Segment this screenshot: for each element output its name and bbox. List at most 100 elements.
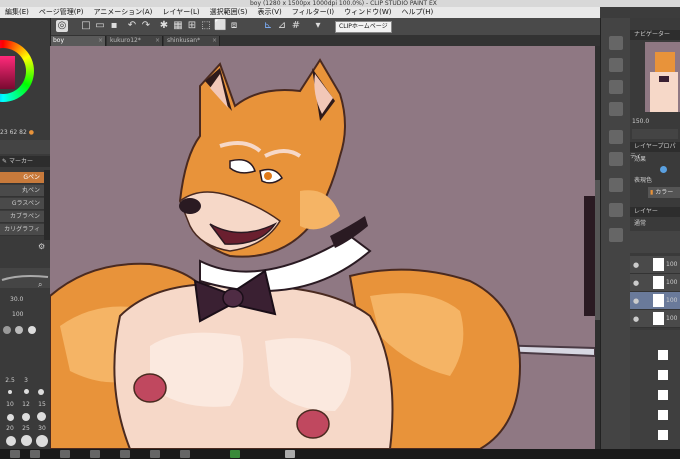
size-dot xyxy=(36,435,48,447)
snap-grid-icon[interactable]: # xyxy=(290,20,302,32)
size-preset[interactable]: 15 xyxy=(36,400,48,410)
tab-label: kukuro12* xyxy=(110,37,141,44)
navigator-preview-svg xyxy=(650,52,678,112)
menu-help[interactable]: ヘルプ(H) xyxy=(397,7,439,18)
size-preset[interactable]: 2.5 xyxy=(4,376,16,386)
subview-icon[interactable] xyxy=(609,58,623,72)
transform-icon[interactable]: ⊞ xyxy=(186,20,198,32)
undo-icon[interactable]: ↶ xyxy=(126,20,138,32)
taskbar-app-icon[interactable] xyxy=(120,450,130,458)
eye-icon[interactable]: ● xyxy=(633,261,639,269)
blend-mode-row[interactable]: 通常 xyxy=(634,219,680,229)
save-icon[interactable]: ▪ xyxy=(108,20,120,32)
color-mode-button[interactable]: ▮ カラー xyxy=(648,187,680,198)
redo-icon[interactable]: ↷ xyxy=(140,20,152,32)
deselect-icon[interactable]: ⬜ xyxy=(214,20,226,32)
eye-icon[interactable]: ● xyxy=(633,279,639,287)
close-icon[interactable]: × xyxy=(98,36,103,46)
layer-property-header: レイヤープロパティ xyxy=(630,142,680,160)
expression-color-row: 表現色 xyxy=(634,176,680,186)
tone-icon[interactable] xyxy=(609,178,623,192)
taskbar-app-icon[interactable] xyxy=(150,450,160,458)
taskbar-app-icon[interactable] xyxy=(60,450,70,458)
color-swatch-icon: ▮ xyxy=(650,189,654,196)
animation-icon[interactable] xyxy=(609,228,623,242)
taskbar-app-icon[interactable] xyxy=(230,450,240,458)
cheek-fur xyxy=(300,190,340,230)
layer-row-selected[interactable]: ● 100 % 通常 xyxy=(630,292,680,338)
snap-ruler-icon[interactable]: ⊾ xyxy=(262,20,274,32)
select-all-icon[interactable]: ⬚ xyxy=(200,20,212,32)
menu-page[interactable]: ページ管理(P) xyxy=(34,7,89,18)
navigator-thumbnail[interactable] xyxy=(645,42,680,112)
brush-calligraphy[interactable]: カリグラフィ xyxy=(0,224,44,236)
menu-filter[interactable]: フィルター(I) xyxy=(287,7,339,18)
search-icon[interactable]: ⌕ xyxy=(38,280,48,290)
size-preset[interactable]: 30 xyxy=(36,424,48,434)
layer-toolbar xyxy=(630,231,680,253)
open-file-icon[interactable]: ▭ xyxy=(94,20,106,32)
subtool-settings-icon[interactable]: ⚙ xyxy=(38,242,48,252)
opacity-row[interactable]: 100 xyxy=(0,309,50,321)
menu-layer[interactable]: レイヤー(L) xyxy=(157,7,204,18)
menu-edit[interactable]: 編集(E) xyxy=(0,7,34,18)
invert-selection-icon[interactable]: ⧈ xyxy=(228,20,240,32)
color-mode-icon[interactable]: ● xyxy=(29,129,34,136)
menu-bar: 編集(E) ページ管理(P) アニメーション(A) レイヤー(L) 選択範囲(S) 表示(… xyxy=(0,7,600,18)
layer-row[interactable]: ● 100 % 通常 xyxy=(630,310,680,356)
info-icon[interactable] xyxy=(609,80,623,94)
taskbar-app-icon[interactable] xyxy=(30,450,40,458)
size-preset[interactable]: 3 xyxy=(20,376,32,386)
drawing-canvas[interactable] xyxy=(50,46,595,449)
layer-row[interactable]: ● 100 % 通常 xyxy=(630,274,680,320)
tab-label: shinkusan* xyxy=(167,37,201,44)
taskbar-clip-studio-icon[interactable] xyxy=(285,450,295,458)
fill-icon[interactable]: ▦ xyxy=(172,20,184,32)
material-icon[interactable] xyxy=(609,130,623,144)
zoom-row[interactable]: 150.0 xyxy=(630,117,680,127)
size-preset[interactable]: 25 xyxy=(20,424,32,434)
size-preset[interactable]: 12 xyxy=(20,400,32,410)
size-preset[interactable]: 20 xyxy=(4,424,16,434)
settings-icon[interactable]: ▾ xyxy=(312,20,324,32)
search-layer-icon[interactable] xyxy=(609,203,623,217)
close-icon[interactable]: × xyxy=(212,36,217,46)
tab-shinkusan[interactable]: shinkusan* × xyxy=(164,36,220,46)
eye-icon[interactable]: ● xyxy=(633,315,639,323)
rotation-row[interactable] xyxy=(632,129,678,139)
clear-icon[interactable]: ✱ xyxy=(158,20,170,32)
layer-property-icon[interactable] xyxy=(609,152,623,166)
menu-selection[interactable]: 選択範囲(S) xyxy=(205,7,253,18)
color-saturation-square[interactable] xyxy=(0,56,15,89)
clip-studio-icon[interactable]: ◎ xyxy=(56,20,68,32)
effect-row: 効果 xyxy=(634,155,680,165)
snap-special-ruler-icon[interactable]: ⊿ xyxy=(276,20,288,32)
brush-size-row[interactable]: 30.0 xyxy=(0,294,50,306)
brush-glass-pen[interactable]: Gラスペン xyxy=(0,198,44,210)
taskbar-app-icon[interactable] xyxy=(180,450,190,458)
history-icon[interactable] xyxy=(609,102,623,116)
antialias-row[interactable] xyxy=(0,323,50,337)
brush-maru-pen[interactable]: 丸ペン xyxy=(0,185,44,197)
new-file-icon[interactable]: □ xyxy=(80,20,92,32)
clip-homepage-button[interactable]: CLIPホームページ xyxy=(335,21,392,33)
navigator-icon[interactable] xyxy=(609,36,623,50)
effect-icon[interactable] xyxy=(660,166,667,173)
taskbar-app-icon[interactable] xyxy=(90,450,100,458)
menu-window[interactable]: ウィンドウ(W) xyxy=(339,7,396,18)
saturation-value: 62 xyxy=(9,129,18,136)
tab-kukuro[interactable]: kukuro12* × xyxy=(107,36,163,46)
layer-row[interactable]: ● 100 % 通常 xyxy=(630,256,680,302)
size-preset[interactable]: 10 xyxy=(4,400,16,410)
brush-kabura-pen[interactable]: カブラペン xyxy=(0,211,44,223)
brush-g-pen[interactable]: Gペン xyxy=(0,172,44,184)
menu-animation[interactable]: アニメーション(A) xyxy=(88,7,157,18)
tab-boy[interactable]: boy × xyxy=(50,36,106,46)
close-icon[interactable]: × xyxy=(155,36,160,46)
eye-icon[interactable]: ● xyxy=(633,297,639,305)
panel-icon-column xyxy=(600,18,631,449)
effect-icons[interactable] xyxy=(634,166,680,174)
layer-thumbnail xyxy=(653,294,664,307)
start-icon[interactable] xyxy=(10,450,20,458)
menu-view[interactable]: 表示(V) xyxy=(252,7,286,18)
